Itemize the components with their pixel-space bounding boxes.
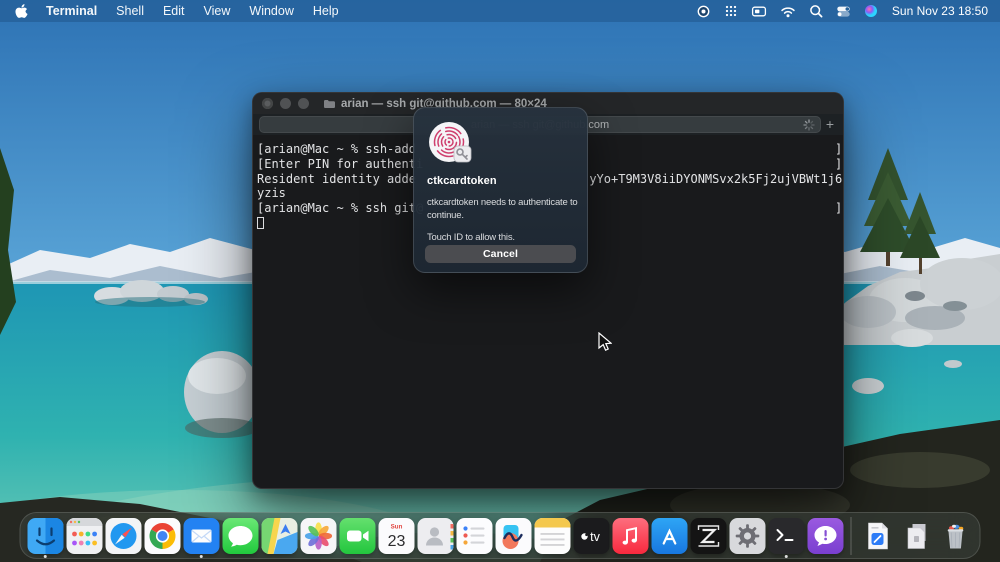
contacts-icon: [417, 517, 453, 554]
dock-item-trash[interactable]: [936, 513, 975, 558]
spotlight-icon[interactable]: [809, 4, 823, 18]
svg-text:23: 23: [387, 533, 405, 550]
apple-menu[interactable]: [15, 3, 28, 19]
dock-item-doc-blue[interactable]: [858, 513, 897, 558]
running-indicator: [43, 554, 47, 558]
doc-stack-icon: [898, 518, 934, 554]
terminal-text: ]: [834, 156, 843, 171]
terminal-icon: [768, 517, 804, 554]
menu-view[interactable]: View: [204, 4, 231, 18]
appstore-icon: [651, 517, 687, 554]
folder-icon: [323, 99, 335, 109]
dock-item-safari[interactable]: [104, 513, 143, 558]
wifi-icon[interactable]: [780, 5, 796, 18]
dock-item-messages[interactable]: [221, 513, 260, 558]
mouse-cursor: [598, 332, 612, 352]
facetime-icon: [339, 517, 375, 554]
trash-icon: [937, 518, 973, 554]
dock-item-maps[interactable]: [260, 513, 299, 558]
menu-bar: Terminal Shell Edit View Window Help Sun Nov …: [0, 0, 1000, 22]
dock-item-finder[interactable]: [26, 513, 65, 558]
terminal-text: [arian@Mac ~ % ssh git@: [257, 201, 424, 215]
tv-icon: tv: [573, 517, 609, 554]
finder-icon: [27, 517, 63, 554]
svg-text:tv: tv: [590, 530, 600, 544]
freeform-icon: [495, 517, 531, 554]
maps-icon: [261, 517, 297, 554]
terminal-text: yYo+T9M3V8iiDYONMSvx2k5Fj2ujVBWt1j6: [589, 171, 843, 186]
messages-icon: [222, 517, 258, 554]
dock-item-tv[interactable]: tv: [572, 513, 611, 558]
siri-icon[interactable]: [864, 4, 878, 18]
menu-bar-clock[interactable]: Sun Nov 23 18:50: [892, 4, 988, 18]
music-icon: [612, 517, 648, 554]
safari-icon: [105, 517, 141, 554]
doc-blue-icon: [859, 518, 895, 554]
key-badge-icon: [453, 145, 472, 163]
chrome-icon: [144, 517, 180, 554]
dialog-instruction: Touch ID to allow this.: [427, 231, 515, 243]
dock-item-freeform[interactable]: [494, 513, 533, 558]
running-indicator: [784, 554, 788, 558]
menu-help[interactable]: Help: [313, 4, 339, 18]
cancel-button[interactable]: Cancel: [425, 245, 576, 263]
apple-logo-icon: [15, 3, 28, 18]
dock-item-calendar[interactable]: Sun 23: [377, 513, 416, 558]
dock-item-launchpad[interactable]: [65, 513, 104, 558]
calendar-icon: Sun 23: [378, 517, 414, 554]
dock-item-zed[interactable]: [689, 513, 728, 558]
display-icon[interactable]: [751, 4, 767, 18]
reminders-icon: [456, 517, 492, 554]
terminal-text: Resident identity adde: [257, 171, 416, 186]
dock-item-chrome[interactable]: [143, 513, 182, 558]
dock-separator: [850, 516, 852, 555]
dialog-title: ctkcardtoken: [427, 175, 497, 187]
dock-item-terminal[interactable]: [767, 513, 806, 558]
dock-item-photos[interactable]: [299, 513, 338, 558]
terminal-text: ]: [834, 201, 843, 215]
record-indicator-icon[interactable]: [696, 4, 711, 19]
dock: Sun 23 tv: [19, 512, 981, 559]
auth-dialog: ctkcardtoken ctkcardtoken needs to authe…: [413, 107, 588, 273]
dialog-message: ctkcardtoken needs to authenticate to co…: [427, 197, 578, 222]
dock-item-music[interactable]: [611, 513, 650, 558]
settings-icon: [729, 517, 765, 554]
launchpad-icon: [66, 517, 102, 554]
photos-icon: [300, 517, 336, 554]
running-indicator: [199, 554, 203, 558]
dock-item-settings[interactable]: [728, 513, 767, 558]
terminal-cursor: [257, 216, 264, 230]
dock-item-contacts[interactable]: [416, 513, 455, 558]
zed-icon: [690, 517, 726, 554]
zoom-button[interactable]: [298, 98, 309, 109]
dock-item-appstore[interactable]: [650, 513, 689, 558]
feedback-icon: [807, 517, 843, 554]
dock-item-mail[interactable]: [182, 513, 221, 558]
menu-window[interactable]: Window: [249, 4, 293, 18]
menu-edit[interactable]: Edit: [163, 4, 185, 18]
menu-shell[interactable]: Shell: [116, 4, 144, 18]
minimize-button[interactable]: [280, 98, 291, 109]
dock-item-doc-stack[interactable]: [897, 513, 936, 558]
terminal-text: [arian@Mac ~ % ssh-add: [257, 142, 416, 156]
svg-text:Sun: Sun: [390, 523, 402, 530]
terminal-text: yzis: [257, 186, 286, 201]
touch-id-icon: [427, 120, 473, 166]
dock-item-reminders[interactable]: [455, 513, 494, 558]
close-button[interactable]: [262, 98, 273, 109]
mail-icon: [183, 517, 219, 554]
control-center-icon[interactable]: [836, 4, 851, 19]
dock-item-feedback[interactable]: [806, 513, 845, 558]
app-grid-icon[interactable]: [724, 4, 738, 18]
notes-icon: [534, 517, 570, 554]
new-tab-button[interactable]: +: [822, 115, 838, 133]
terminal-text: [Enter PIN for authenti: [257, 156, 424, 171]
desktop: Terminal Shell Edit View Window Help Sun Nov …: [0, 0, 1000, 562]
menu-terminal[interactable]: Terminal: [46, 4, 97, 18]
busy-spinner-icon: [803, 119, 815, 131]
dock-item-notes[interactable]: [533, 513, 572, 558]
terminal-text: ]: [834, 142, 843, 156]
dock-item-facetime[interactable]: [338, 513, 377, 558]
